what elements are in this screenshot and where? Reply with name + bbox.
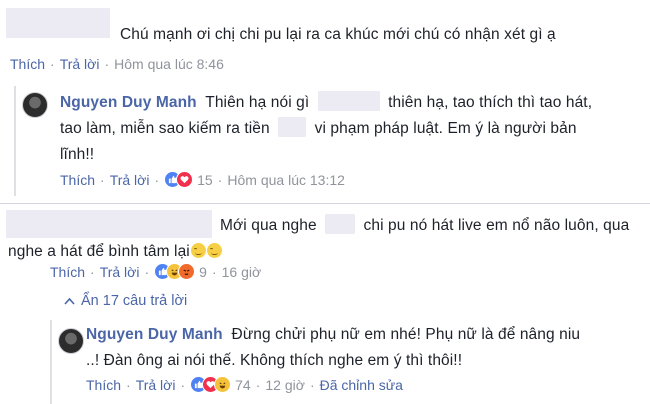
like-link[interactable]: Thích xyxy=(50,264,85,280)
reply-link[interactable]: Trả lời xyxy=(136,377,176,393)
comment-meta: Thích · Trả lời · 15 · Hôm qua lúc 13:12 xyxy=(60,171,345,188)
avatar[interactable] xyxy=(22,92,48,118)
author-name[interactable]: Nguyen Duy Manh xyxy=(86,326,223,343)
author-name[interactable]: Nguyen Duy Manh xyxy=(60,94,197,111)
redacted-word xyxy=(278,117,307,137)
reaction-count[interactable]: 9 xyxy=(199,264,207,280)
reply-body: Nguyen Duy Manh Đừng chửi phụ nữ em nhé!… xyxy=(86,326,581,369)
reply-link[interactable]: Trả lời xyxy=(110,172,150,188)
comment-body: Mới qua nghe chi pu nó hát live em nổ nã… xyxy=(8,213,638,265)
redacted-word xyxy=(325,214,356,234)
reactions[interactable] xyxy=(164,171,194,188)
redacted-name xyxy=(6,8,110,38)
comment-text: Chú mạnh ơi chị chi pu lại ra ca khúc mớ… xyxy=(120,26,556,43)
reactions[interactable] xyxy=(190,376,232,393)
reply-thread-line xyxy=(50,320,52,404)
love-icon xyxy=(176,171,194,188)
reactions[interactable] xyxy=(154,263,196,280)
timestamp[interactable]: 16 giờ xyxy=(222,264,262,280)
like-link[interactable]: Thích xyxy=(60,172,95,188)
angry-icon xyxy=(178,263,196,280)
timestamp[interactable]: Hôm qua lúc 13:12 xyxy=(227,172,345,188)
timestamp[interactable]: Hôm qua lúc 8:46 xyxy=(114,56,224,72)
redacted-word xyxy=(317,91,380,111)
hide-replies-link[interactable]: Ẩn 17 câu trả lời xyxy=(64,293,187,309)
reaction-count[interactable]: 15 xyxy=(197,172,213,188)
reply-link[interactable]: Trả lời xyxy=(100,264,140,280)
comment-meta: Thích · Trả lời · Hôm qua lúc 8:46 xyxy=(10,56,224,72)
like-link[interactable]: Thích xyxy=(86,377,121,393)
relieved-emoji-icon xyxy=(190,243,206,258)
reply-link[interactable]: Trả lời xyxy=(60,56,100,72)
avatar[interactable] xyxy=(58,328,84,354)
divider xyxy=(0,203,650,204)
relieved-emoji-icon xyxy=(206,243,222,258)
like-link[interactable]: Thích xyxy=(10,56,45,72)
reply-body: Nguyen Duy Manh Thiên hạ nói gì thiên hạ… xyxy=(60,90,645,168)
edited-link[interactable]: Đã chỉnh sửa xyxy=(320,377,403,393)
chevron-up-icon xyxy=(64,297,75,305)
timestamp[interactable]: 12 giờ xyxy=(265,377,305,393)
comment-meta: Thích · Trả lời · 9 · 16 giờ xyxy=(50,263,262,280)
haha-icon xyxy=(214,376,232,393)
comment-meta: Thích · Trả lời · 74 · 12 giờ · Đã chỉnh… xyxy=(86,376,403,393)
reaction-count[interactable]: 74 xyxy=(235,377,251,393)
reply-thread-line xyxy=(14,86,16,196)
